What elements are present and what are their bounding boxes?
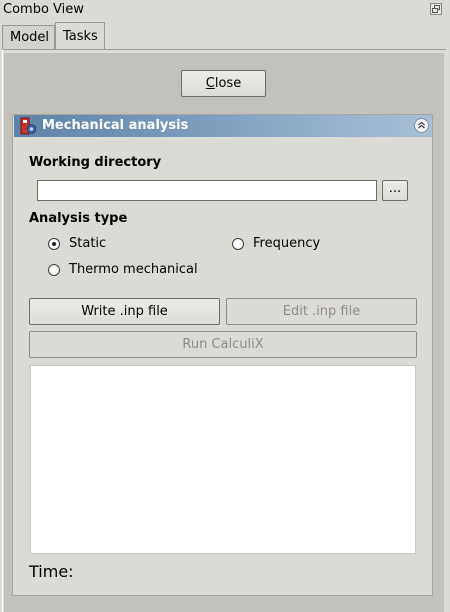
- fem-analysis-icon: [20, 117, 37, 135]
- taskbox-header: Mechanical analysis: [14, 115, 432, 137]
- window-title: Combo View: [3, 2, 84, 17]
- radio-frequency-indicator[interactable]: [232, 237, 244, 250]
- radio-static[interactable]: Static: [48, 236, 106, 251]
- working-directory-input[interactable]: [37, 180, 377, 201]
- radio-thermo-mechanical[interactable]: Thermo mechanical: [48, 262, 198, 277]
- radio-thermo-mechanical-label: Thermo mechanical: [69, 262, 198, 277]
- write-inp-button[interactable]: Write .inp file: [29, 298, 220, 325]
- tab-bar: Model Tasks: [0, 22, 450, 50]
- radio-static-label: Static: [69, 236, 107, 251]
- collapse-chevron-icon[interactable]: [414, 118, 429, 133]
- taskbox-title: Mechanical analysis: [42, 118, 189, 133]
- undock-icon[interactable]: [430, 3, 442, 15]
- tab-tasks-label: Tasks: [63, 29, 98, 44]
- close-button-mnemonic: C: [205, 76, 215, 91]
- close-button[interactable]: Close: [181, 70, 266, 97]
- analysis-type-label: Analysis type: [29, 211, 128, 226]
- radio-frequency[interactable]: Frequency: [232, 236, 320, 251]
- output-textarea[interactable]: [30, 365, 416, 554]
- radio-frequency-label: Frequency: [253, 236, 321, 251]
- working-directory-label: Working directory: [29, 155, 162, 170]
- close-button-label-after: lose: [214, 76, 242, 91]
- browse-directory-button[interactable]: ...: [382, 180, 408, 201]
- edit-inp-button[interactable]: Edit .inp file: [226, 298, 417, 325]
- tab-model-label: Model: [10, 30, 50, 45]
- radio-thermo-mechanical-indicator[interactable]: [48, 263, 60, 276]
- radio-static-indicator[interactable]: [48, 237, 60, 250]
- tab-tasks[interactable]: Tasks: [55, 22, 105, 50]
- combo-view-titlebar: Combo View: [0, 0, 450, 20]
- time-label: Time:: [29, 562, 74, 581]
- run-calculix-button[interactable]: Run CalculiX: [29, 331, 417, 358]
- tab-model[interactable]: Model: [2, 25, 55, 49]
